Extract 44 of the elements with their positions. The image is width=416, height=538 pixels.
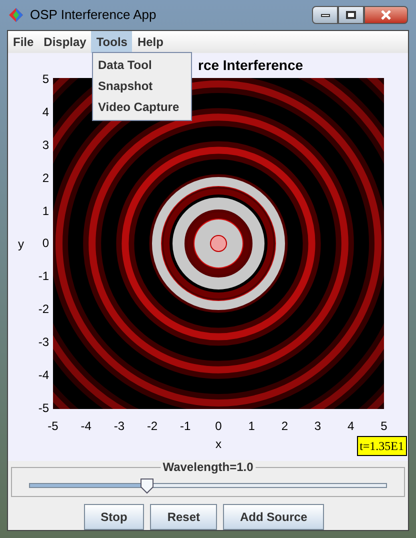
menu-item[interactable]: Display	[38, 31, 92, 53]
menu-item[interactable]: Tools	[91, 31, 132, 53]
action-button[interactable]: Reset	[150, 504, 217, 530]
app-icon	[8, 7, 24, 23]
minimize-button[interactable]	[312, 6, 338, 24]
tick-label: 4	[42, 106, 49, 118]
tick-label: -3	[38, 336, 49, 348]
action-button[interactable]: Stop	[84, 504, 144, 530]
tick-label: 5	[42, 73, 49, 85]
tick-label: -2	[146, 418, 158, 435]
menu-item[interactable]: Data Tool	[93, 55, 191, 76]
tick-label: -3	[113, 418, 126, 435]
tick-label: -1	[38, 270, 49, 282]
tick-label: -4	[80, 418, 92, 435]
slider-thumb[interactable]	[140, 478, 154, 494]
plot-title: rce Interference	[198, 56, 304, 75]
menu-item[interactable]: Help	[132, 31, 168, 53]
tick-label: 3	[313, 418, 322, 435]
tick-label: -1	[179, 418, 192, 435]
tick-label: 5	[380, 418, 388, 435]
menu-item[interactable]: Snapshot	[93, 76, 191, 97]
menu-item[interactable]: Video Capture	[93, 97, 191, 118]
maximize-button[interactable]	[338, 6, 364, 24]
menu-item[interactable]: File	[8, 31, 39, 53]
tick-label: 3	[42, 138, 49, 151]
window-title: OSP Interference App	[30, 6, 156, 24]
tick-label: -5	[47, 418, 59, 435]
tick-label: -4	[38, 369, 49, 382]
tick-label: 4	[346, 418, 356, 435]
close-button[interactable]	[364, 6, 408, 24]
time-readout: t=1.35E1	[356, 436, 407, 456]
tick-label: -2	[38, 303, 49, 316]
tick-label: 1	[42, 204, 49, 217]
tick-label: 2	[280, 418, 289, 435]
axis-label: y	[18, 236, 24, 252]
tick-label: 0	[42, 237, 49, 250]
close-icon	[381, 10, 391, 20]
action-button[interactable]: Add Source	[223, 504, 324, 530]
tick-label: 0	[214, 418, 223, 435]
tick-label: 2	[42, 172, 49, 184]
slider-label: Wavelength=1.0	[160, 460, 256, 474]
tick-label: -5	[38, 402, 49, 414]
axis-label: x	[216, 436, 222, 453]
tick-label: 1	[247, 418, 256, 435]
